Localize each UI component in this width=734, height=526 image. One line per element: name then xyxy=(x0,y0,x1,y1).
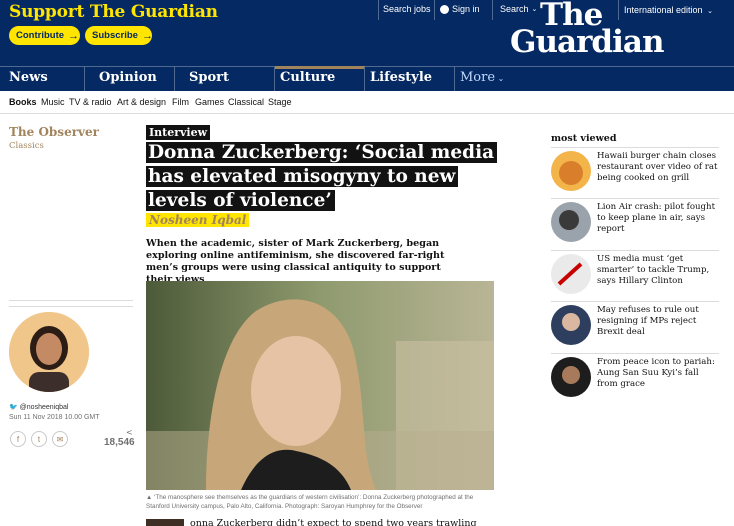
most-viewed-title: most viewed xyxy=(551,133,617,144)
subnav-film[interactable]: Film xyxy=(172,97,189,107)
most-viewed-thumbnail[interactable] xyxy=(551,254,591,294)
article-kicker: Interview xyxy=(146,125,211,140)
search-jobs-label: Search jobs xyxy=(383,4,431,14)
most-viewed-thumbnail[interactable] xyxy=(551,151,591,191)
most-viewed-thumbnail[interactable] xyxy=(551,202,591,242)
divider xyxy=(84,67,85,91)
series-label[interactable]: Classics xyxy=(9,141,44,151)
most-viewed-item[interactable]: May refuses to rule out resigning if MPs… xyxy=(597,305,719,338)
subnav-stage[interactable]: Stage xyxy=(268,97,292,107)
photo-caption: ▲ ‘The manosphere see themselves as the … xyxy=(146,494,474,510)
divider xyxy=(551,250,719,251)
divider xyxy=(551,198,719,199)
share-icon: < xyxy=(126,428,133,437)
logo-line-2: Guardian xyxy=(510,24,665,60)
divider xyxy=(434,0,435,20)
divider xyxy=(492,0,493,20)
contribute-button[interactable]: Contribute → xyxy=(9,26,80,45)
user-icon xyxy=(440,4,449,14)
chevron-down-icon: ⌄ xyxy=(495,74,505,83)
drop-cap xyxy=(146,519,184,526)
sign-in-link[interactable]: Sign in xyxy=(440,4,480,14)
most-viewed-item[interactable]: From peace icon to pariah: Aung San Suu … xyxy=(597,357,719,390)
article-standfirst: When the academic, sister of Mark Zucker… xyxy=(146,238,445,285)
arrow-right-icon: → xyxy=(141,29,153,42)
facebook-icon: f xyxy=(16,434,20,444)
twitter-handle: @nosheeniqbal xyxy=(19,404,69,411)
arrow-right-icon: → xyxy=(68,29,80,42)
chevron-down-icon: ⌄ xyxy=(707,8,713,15)
subnav-music[interactable]: Music xyxy=(41,97,65,107)
sign-in-label: Sign in xyxy=(452,4,480,14)
subscribe-button[interactable]: Subscribe → xyxy=(85,26,153,45)
divider xyxy=(378,0,379,20)
edition-label: International edition xyxy=(624,5,703,15)
subnav-books[interactable]: Books xyxy=(9,97,37,107)
twitter-icon: t xyxy=(37,434,41,444)
headline-text: Donna Zuckerberg: ‘Social media has elev… xyxy=(146,142,498,211)
most-viewed-thumbnail[interactable] xyxy=(551,357,591,397)
nav-lifestyle[interactable]: Lifestyle xyxy=(370,70,432,85)
article-headline: Donna Zuckerberg: ‘Social media has elev… xyxy=(146,141,498,213)
nav-culture[interactable]: Culture xyxy=(280,70,335,85)
subnav-tv-radio[interactable]: TV & radio xyxy=(69,97,112,107)
divider xyxy=(551,353,719,354)
article-photo xyxy=(146,281,494,490)
facebook-share-button[interactable]: f xyxy=(10,431,26,447)
divider xyxy=(9,306,133,307)
article-byline[interactable]: Nosheen Iqbal xyxy=(146,213,250,227)
edition-selector[interactable]: International edition ⌄ xyxy=(624,5,713,15)
main-nav: News Opinion Sport Culture Lifestyle Mor… xyxy=(0,66,734,91)
most-viewed-item[interactable]: Hawaii burger chain closes restaurant ov… xyxy=(597,151,719,184)
email-icon: ✉ xyxy=(56,434,64,444)
nav-news[interactable]: News xyxy=(9,70,48,85)
support-title: Support The Guardian xyxy=(9,2,218,22)
divider xyxy=(454,67,455,91)
twitter-icon: 🐦 xyxy=(9,404,20,411)
most-viewed-thumbnail[interactable] xyxy=(551,305,591,345)
culture-subnav: Books Music TV & radio Art & design Film… xyxy=(0,91,734,114)
nav-sport[interactable]: Sport xyxy=(189,70,229,85)
subnav-classical[interactable]: Classical xyxy=(228,97,264,107)
share-count: 18,546 xyxy=(104,437,135,448)
divider xyxy=(618,0,619,20)
divider xyxy=(364,67,365,91)
nav-more[interactable]: More ⌄ xyxy=(460,70,504,85)
contribute-label: Contribute xyxy=(16,30,65,41)
publish-date: Sun 11 Nov 2018 10.00 GMT xyxy=(9,414,100,421)
most-viewed-item[interactable]: US media must ‘get smarter’ to tackle Tr… xyxy=(597,254,719,287)
twitter-share-button[interactable]: t xyxy=(31,431,47,447)
search-jobs-link[interactable]: Search jobs xyxy=(383,4,431,14)
author-avatar xyxy=(9,312,89,392)
author-twitter[interactable]: 🐦 @nosheeniqbal xyxy=(9,403,68,411)
divider xyxy=(274,67,275,91)
subscribe-label: Subscribe xyxy=(92,30,138,41)
nav-more-label: More xyxy=(460,70,496,85)
divider xyxy=(551,301,719,302)
active-section-indicator xyxy=(275,66,365,69)
most-viewed-item[interactable]: Lion Air crash: pilot fought to keep pla… xyxy=(597,202,719,235)
article-body: onna Zuckerberg didn’t expect to spend t… xyxy=(190,518,477,526)
masthead: Support The Guardian Contribute → Subscr… xyxy=(0,0,734,66)
subnav-games[interactable]: Games xyxy=(195,97,224,107)
email-share-button[interactable]: ✉ xyxy=(52,431,68,447)
divider xyxy=(551,147,719,148)
divider xyxy=(9,300,133,301)
nav-opinion[interactable]: Opinion xyxy=(99,70,157,85)
section-label[interactable]: The Observer xyxy=(9,125,99,139)
divider xyxy=(174,67,175,91)
subnav-art-design[interactable]: Art & design xyxy=(117,97,166,107)
